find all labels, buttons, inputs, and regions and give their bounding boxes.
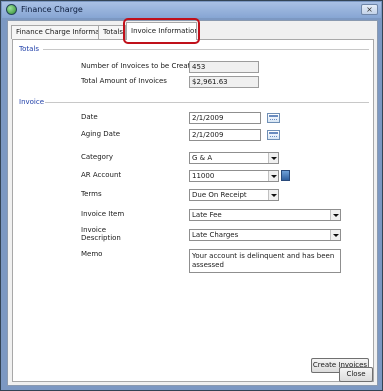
chevron-down-icon[interactable]: [268, 190, 278, 200]
invoice-item-select[interactable]: Late Fee: [189, 209, 341, 221]
totals-heading: Totals: [19, 45, 39, 53]
memo-textarea[interactable]: Your account is delinquent and has been …: [189, 249, 341, 273]
dialog-body: Finance Charge Information Totals Invoic…: [7, 18, 378, 386]
invoice-description-value: Late Charges: [192, 231, 239, 239]
terms-label: Terms: [81, 190, 102, 198]
tab-finance-charge-information[interactable]: Finance Charge Information: [11, 25, 99, 39]
title-bar[interactable]: Finance Charge ×: [2, 2, 381, 18]
ar-account-label: AR Account: [81, 171, 122, 179]
chevron-down-icon[interactable]: [330, 210, 340, 220]
total-amount-label: Total Amount of Invoices: [81, 77, 167, 85]
app-icon: [6, 4, 17, 15]
ar-account-value: 11000: [192, 172, 215, 180]
invoice-item-label: Invoice Item: [81, 210, 125, 218]
ar-account-select[interactable]: 11000: [189, 170, 279, 182]
memo-label: Memo: [81, 250, 103, 258]
aging-date-field[interactable]: 2/1/2009: [189, 129, 261, 141]
chevron-down-icon[interactable]: [330, 230, 340, 240]
aging-date-calendar-icon[interactable]: [267, 130, 280, 140]
tab-strip: Finance Charge Information Totals Invoic…: [8, 18, 377, 44]
invoice-description-select[interactable]: Late Charges: [189, 229, 341, 241]
invoice-description-label-line1: Invoice: [81, 226, 107, 234]
category-label: Category: [81, 153, 113, 161]
invoices-count-label: Number of Invoices to be Created: [81, 62, 200, 70]
chevron-down-icon[interactable]: [268, 171, 278, 181]
invoice-item-value: Late Fee: [192, 211, 222, 219]
chevron-down-icon[interactable]: [268, 153, 278, 163]
category-select[interactable]: G & A: [189, 152, 279, 164]
terms-value: Due On Receipt: [192, 191, 247, 199]
tab-highlight-annotation: [123, 18, 200, 44]
date-calendar-icon[interactable]: [267, 113, 280, 123]
close-button[interactable]: Close: [339, 367, 373, 382]
category-value: G & A: [192, 154, 213, 162]
total-amount-field: $2,961.63: [189, 76, 259, 88]
invoice-heading: Invoice: [19, 98, 45, 106]
account-lookup-icon[interactable]: [281, 170, 290, 181]
finance-charge-window: Finance Charge × Finance Charge Informat…: [0, 0, 383, 391]
close-icon[interactable]: ×: [361, 4, 378, 15]
aging-date-label: Aging Date: [81, 130, 121, 138]
totals-divider: [43, 49, 369, 50]
date-field[interactable]: 2/1/2009: [189, 112, 261, 124]
date-label: Date: [81, 113, 98, 121]
invoice-information-panel: Totals Number of Invoices to be Created …: [12, 39, 374, 382]
invoice-description-label-line2: Description: [81, 234, 121, 242]
tab-totals[interactable]: Totals: [98, 25, 126, 39]
window-title: Finance Charge: [21, 5, 83, 14]
terms-select[interactable]: Due On Receipt: [189, 189, 279, 201]
invoice-divider: [45, 102, 369, 103]
invoices-count-field: 453: [189, 61, 259, 73]
